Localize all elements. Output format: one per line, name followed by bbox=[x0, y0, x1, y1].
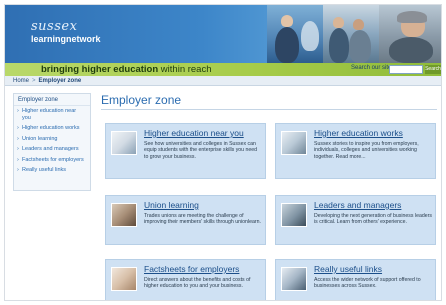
card-description: Direct answers about the benefits and co… bbox=[144, 277, 251, 290]
card-description: Sussex stories to inspire you from emplo… bbox=[314, 141, 419, 160]
logo-wordmark-top[interactable]: sussex bbox=[31, 19, 77, 34]
banner-photo-worker bbox=[379, 5, 441, 63]
people-photo-icon[interactable] bbox=[281, 131, 307, 155]
browser-page: sussex learningnetwork bringing higher e… bbox=[4, 4, 442, 301]
site-banner: sussex learningnetwork bbox=[5, 5, 441, 63]
breadcrumb-separator: > bbox=[32, 78, 36, 84]
sidebar-item-really-useful-links[interactable]: Really useful links bbox=[14, 165, 90, 176]
card-factsheets-for-employers: Factsheets for employers Direct answers … bbox=[105, 259, 266, 300]
card-description: See how universities and colleges in Sus… bbox=[144, 141, 258, 160]
banner-photo-students bbox=[323, 5, 379, 63]
card-title-link[interactable]: Leaders and managers bbox=[314, 200, 401, 210]
card-title-link[interactable]: Higher education near you bbox=[144, 128, 244, 138]
card-leaders-and-managers: Leaders and managers Developing the next… bbox=[275, 195, 436, 245]
banner-photo-presenter bbox=[267, 5, 323, 63]
sidebar-item-higher-education-near-you[interactable]: Higher education near you bbox=[14, 106, 90, 123]
meeting-photo-icon[interactable] bbox=[111, 267, 137, 291]
card-title-link[interactable]: Union learning bbox=[144, 200, 199, 210]
card-description: Access the wider network of support offe… bbox=[314, 277, 421, 290]
card-higher-education-works: Higher education works Sussex stories to… bbox=[275, 123, 436, 179]
breadcrumb: Home > Employer zone bbox=[5, 76, 441, 86]
card-description: Developing the next generation of busine… bbox=[314, 213, 432, 226]
card-really-useful-links: Really useful links Access the wider net… bbox=[275, 259, 436, 300]
card-union-learning: Union learning Trades unions are meeting… bbox=[105, 195, 266, 245]
factory-photo-icon[interactable] bbox=[281, 203, 307, 227]
logo-wordmark-main[interactable]: learningnetwork bbox=[31, 34, 101, 44]
breadcrumb-trail: Home > Employer zone bbox=[13, 76, 81, 86]
breadcrumb-home-link[interactable]: Home bbox=[13, 78, 29, 84]
sidebar-nav: Employer zone Higher education near you … bbox=[13, 93, 91, 191]
sidebar-heading[interactable]: Employer zone bbox=[14, 94, 90, 106]
card-higher-education-near-you: Higher education near you See how univer… bbox=[105, 123, 266, 179]
title-divider bbox=[101, 109, 437, 110]
sidebar-item-union-learning[interactable]: Union learning bbox=[14, 134, 90, 145]
search-label: Search our site bbox=[351, 65, 392, 71]
card-title-link[interactable]: Higher education works bbox=[314, 128, 403, 138]
tagline-bar: bringing higher education within reach S… bbox=[5, 63, 441, 76]
card-description: Trades unions are meeting the challenge … bbox=[144, 213, 261, 226]
site-tagline: bringing higher education within reach bbox=[41, 64, 212, 75]
chain-link-photo-icon[interactable] bbox=[281, 267, 307, 291]
page-title: Employer zone bbox=[101, 93, 182, 107]
student-photo-icon[interactable] bbox=[111, 131, 137, 155]
card-title-link[interactable]: Really useful links bbox=[314, 264, 382, 274]
card-title-link[interactable]: Factsheets for employers bbox=[144, 264, 239, 274]
sidebar-item-factsheets-for-employers[interactable]: Factsheets for employers bbox=[14, 155, 90, 166]
worker-photo-icon[interactable] bbox=[111, 203, 137, 227]
breadcrumb-current: Employer zone bbox=[38, 78, 82, 84]
sidebar-item-higher-education-works[interactable]: Higher education works bbox=[14, 123, 90, 134]
sidebar-item-leaders-and-managers[interactable]: Leaders and managers bbox=[14, 144, 90, 155]
search-input[interactable] bbox=[389, 65, 423, 74]
search-button[interactable]: Search bbox=[425, 65, 441, 74]
